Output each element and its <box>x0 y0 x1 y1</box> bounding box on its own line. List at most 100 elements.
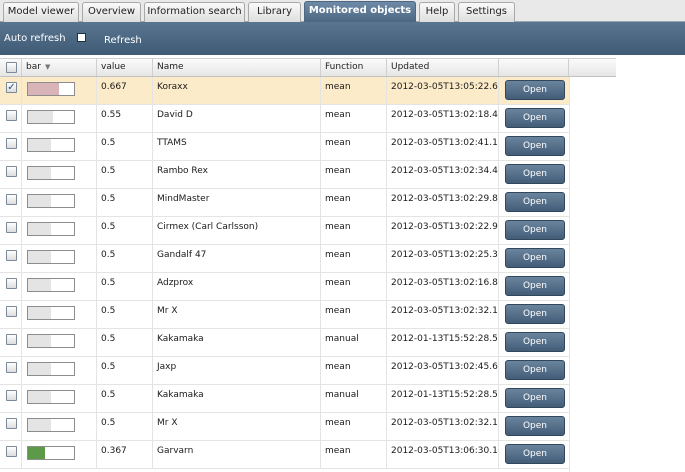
action-cell: Open <box>499 133 569 160</box>
bar-cell <box>22 189 97 216</box>
updated-cell: 2012-03-05T13:02:32.1 <box>387 413 499 440</box>
table-row[interactable]: 0.5 Kakamaka manual 2012-01-13T15:52:28.5 Op… <box>0 385 569 413</box>
function-cell: manual <box>321 385 387 412</box>
row-checkbox[interactable]: ✓ <box>6 82 17 93</box>
updated-cell: 2012-01-13T15:52:28.5 <box>387 385 499 412</box>
value-bar-fill <box>28 391 51 403</box>
row-checkbox[interactable] <box>6 222 17 233</box>
value-bar-fill <box>28 335 51 347</box>
value-bar <box>27 250 75 264</box>
bar-cell <box>22 357 97 384</box>
updated-cell: 2012-03-05T13:02:32.1 <box>387 301 499 328</box>
row-select-cell <box>0 441 22 468</box>
row-checkbox[interactable] <box>6 362 17 373</box>
tab-monitored-objects[interactable]: Monitored objects <box>304 1 416 22</box>
row-select-cell <box>0 385 22 412</box>
name-cell: Jaxp <box>153 357 321 384</box>
open-button[interactable]: Open <box>505 192 565 212</box>
tab-information-search[interactable]: Information search <box>144 2 245 22</box>
open-button[interactable]: Open <box>505 388 565 408</box>
value-bar-fill <box>28 307 51 319</box>
table-row[interactable]: 0.367 Garvarn mean 2012-03-05T13:06:30.1 Ope… <box>0 441 569 469</box>
value-cell: 0.5 <box>97 161 153 188</box>
row-checkbox[interactable] <box>6 166 17 177</box>
refresh-button[interactable]: Refresh <box>104 35 142 46</box>
value-cell: 0.5 <box>97 133 153 160</box>
value-bar-fill <box>28 251 51 263</box>
row-checkbox[interactable] <box>6 446 17 457</box>
open-button[interactable]: Open <box>505 416 565 436</box>
value-bar-fill <box>28 83 59 95</box>
value-bar <box>27 110 75 124</box>
table-row[interactable]: ✓ 0.667 Koraxx mean 2012-03-05T13:05:22.6 Ope… <box>0 77 569 105</box>
value-bar <box>27 82 75 96</box>
row-checkbox[interactable] <box>6 138 17 149</box>
tab-library[interactable]: Library <box>248 2 301 22</box>
header-bar[interactable]: bar ▼ <box>22 59 97 76</box>
function-cell: mean <box>321 189 387 216</box>
header-updated[interactable]: Updated <box>387 59 499 76</box>
open-button[interactable]: Open <box>505 276 565 296</box>
value-bar-fill <box>28 419 51 431</box>
value-bar <box>27 166 75 180</box>
value-bar <box>27 390 75 404</box>
value-bar <box>27 194 75 208</box>
open-button[interactable]: Open <box>505 248 565 268</box>
row-checkbox[interactable] <box>6 418 17 429</box>
row-checkbox[interactable] <box>6 194 17 205</box>
table-row[interactable]: 0.5 TTAMS mean 2012-03-05T13:02:41.1 Open <box>0 133 569 161</box>
row-checkbox[interactable] <box>6 390 17 401</box>
open-button[interactable]: Open <box>505 108 565 128</box>
monitored-objects-grid: bar ▼ value Name Function Updated ✓ 0.667 K… <box>0 55 685 472</box>
table-row[interactable]: 0.5 Rambo Rex mean 2012-03-05T13:02:34.4 Ope… <box>0 161 569 189</box>
bar-cell <box>22 105 97 132</box>
value-cell: 0.367 <box>97 441 153 468</box>
select-all-checkbox[interactable] <box>6 62 17 73</box>
open-button[interactable]: Open <box>505 444 565 464</box>
table-row[interactable]: 0.5 Jaxp mean 2012-03-05T13:02:45.6 Open <box>0 357 569 385</box>
row-checkbox[interactable] <box>6 250 17 261</box>
function-cell: mean <box>321 413 387 440</box>
name-cell: Garvarn <box>153 441 321 468</box>
name-cell: Gandalf 47 <box>153 245 321 272</box>
updated-cell: 2012-03-05T13:02:29.8 <box>387 189 499 216</box>
open-button[interactable]: Open <box>505 220 565 240</box>
open-button[interactable]: Open <box>505 136 565 156</box>
row-checkbox[interactable] <box>6 334 17 345</box>
header-name[interactable]: Name <box>153 59 321 76</box>
row-checkbox[interactable] <box>6 306 17 317</box>
open-button[interactable]: Open <box>505 164 565 184</box>
name-cell: Kakamaka <box>153 329 321 356</box>
tab-model-viewer[interactable]: Model viewer <box>3 2 79 22</box>
row-checkbox[interactable] <box>6 110 17 121</box>
tab-help[interactable]: Help <box>419 2 455 22</box>
row-checkbox[interactable] <box>6 278 17 289</box>
table-row[interactable]: 0.5 Cirmex (Carl Carlsson) mean 2012-03-05T… <box>0 217 569 245</box>
value-bar-fill <box>28 279 51 291</box>
table-row[interactable]: 0.5 MindMaster mean 2012-03-05T13:02:29.8 Op… <box>0 189 569 217</box>
function-cell: mean <box>321 105 387 132</box>
value-cell: 0.5 <box>97 385 153 412</box>
auto-refresh-checkbox[interactable] <box>77 33 86 42</box>
tab-settings[interactable]: Settings <box>458 2 515 22</box>
open-button[interactable]: Open <box>505 80 565 100</box>
value-cell: 0.5 <box>97 273 153 300</box>
open-button[interactable]: Open <box>505 360 565 380</box>
updated-cell: 2012-03-05T13:06:30.1 <box>387 441 499 468</box>
open-button[interactable]: Open <box>505 304 565 324</box>
table-row[interactable]: 0.5 Kakamaka manual 2012-01-13T15:52:28.5 Op… <box>0 329 569 357</box>
row-select-cell <box>0 217 22 244</box>
table-row[interactable]: 0.55 David Dmean 2012-03-05T13:02:18.4 Open <box>0 105 569 133</box>
table-row[interactable]: 0.5 Mr Xmean 2012-03-05T13:02:32.1 Open <box>0 413 569 441</box>
table-row[interactable]: 0.5 Gandalf 47 mean 2012-03-05T13:02:25.3 Op… <box>0 245 569 273</box>
table-row[interactable]: 0.5 Mr Xmean 2012-03-05T13:02:32.1 Open <box>0 301 569 329</box>
open-button[interactable]: Open <box>505 332 565 352</box>
bar-cell <box>22 133 97 160</box>
header-function[interactable]: Function <box>321 59 387 76</box>
header-value[interactable]: value <box>97 59 153 76</box>
row-select-cell <box>0 329 22 356</box>
name-cell: Kakamaka <box>153 385 321 412</box>
table-row[interactable]: 0.5 Adzprox mean 2012-03-05T13:02:16.8 Open <box>0 273 569 301</box>
tab-overview[interactable]: Overview <box>82 2 141 22</box>
row-select-cell <box>0 273 22 300</box>
